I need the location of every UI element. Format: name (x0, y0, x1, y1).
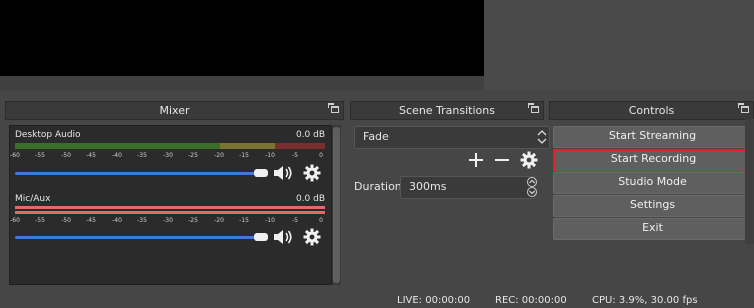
status-cpu: CPU: 3.9%, 30.00 fps (592, 295, 698, 306)
settings-button[interactable]: Settings (553, 195, 752, 217)
start-recording-button[interactable]: Start Recording (553, 149, 754, 173)
preview-canvas[interactable] (0, 0, 484, 76)
transition-select[interactable]: Fade (354, 126, 550, 149)
minus-icon[interactable] (494, 152, 510, 168)
volume-slider-handle-desktop-audio[interactable] (254, 169, 268, 177)
mixer-title-bar: Mixer (5, 101, 344, 120)
gear-icon[interactable] (303, 164, 321, 182)
channel-name-desktop-audio: Desktop Audio (15, 130, 81, 140)
duration-input[interactable]: 300ms (400, 176, 535, 199)
speaker-icon[interactable] (272, 164, 294, 182)
spin-down-icon[interactable] (525, 187, 539, 197)
duration-label: Duration (354, 180, 402, 193)
channel-db-mic-aux: 0.0 dB (295, 194, 325, 204)
mixer-title: Mixer (159, 104, 190, 117)
controls-title: Controls (628, 104, 675, 117)
volume-meter-mic-aux-bottom (15, 211, 325, 214)
float-dock-icon[interactable] (528, 103, 539, 113)
float-dock-icon[interactable] (738, 103, 749, 113)
studio-mode-button[interactable]: Studio Mode (553, 172, 752, 194)
channel-name-mic-aux: Mic/Aux (15, 194, 51, 204)
mixer-panel: Desktop Audio 0.0 dB -60 -55 -50 -45 -40… (9, 125, 332, 285)
float-dock-icon[interactable] (328, 103, 339, 113)
transitions-title-bar: Scene Transitions (350, 101, 544, 120)
volume-slider-handle-mic-aux[interactable] (254, 233, 268, 241)
transitions-title: Scene Transitions (399, 104, 495, 117)
spin-up-icon[interactable] (525, 177, 539, 187)
transition-select-value: Fade (363, 130, 389, 143)
volume-slider-desktop-audio[interactable] (15, 172, 260, 175)
preview-side-area (484, 0, 754, 90)
mixer-scrollbar-thumb[interactable] (333, 127, 340, 283)
start-streaming-button[interactable]: Start Streaming (553, 126, 752, 148)
chevron-up-icon (537, 130, 547, 136)
exit-button[interactable]: Exit (553, 218, 752, 240)
duration-value: 300ms (409, 180, 447, 193)
gear-icon[interactable] (520, 151, 538, 169)
volume-meter-mic-aux-top (15, 206, 325, 209)
controls-title-bar: Controls (549, 101, 754, 120)
channel-db-desktop-audio: 0.0 dB (295, 130, 325, 140)
gear-icon[interactable] (303, 228, 321, 246)
preview-bottom-strip (0, 76, 484, 90)
chevron-down-icon (537, 138, 547, 144)
speaker-icon[interactable] (272, 228, 294, 246)
meter-scale-desktop-audio: -60 -55 -50 -45 -40 -35 -30 -25 -20 -15 … (10, 152, 323, 159)
status-live: LIVE: 00:00:00 (397, 295, 471, 306)
volume-slider-mic-aux[interactable] (15, 236, 260, 239)
status-rec: REC: 00:00:00 (495, 295, 567, 306)
meter-scale-mic-aux: -60 -55 -50 -45 -40 -35 -30 -25 -20 -15 … (10, 217, 323, 224)
volume-meter-desktop-audio (15, 143, 325, 149)
controls-scrollbar[interactable] (745, 119, 754, 244)
plus-icon[interactable] (468, 152, 484, 168)
